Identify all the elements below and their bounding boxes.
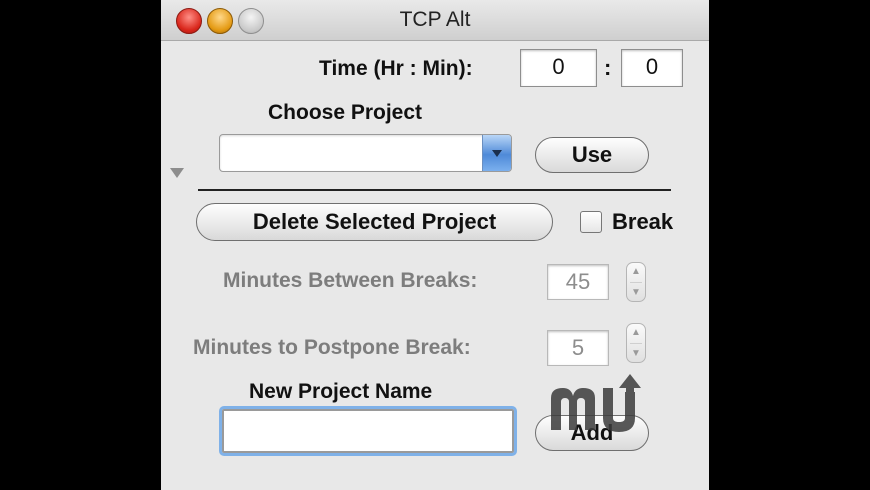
title-bar[interactable]: TCP Alt [161,0,709,41]
minutes-to-postpone-label: Minutes to Postpone Break: [193,336,471,359]
hours-field[interactable]: 0 [520,49,597,87]
app-window: TCP Alt Time (Hr : Min): 0 : 0 Choose Pr… [161,0,709,490]
disclosure-triangle-icon[interactable] [168,166,186,180]
stepper-up-icon[interactable]: ▲ [627,327,645,338]
window-title: TCP Alt [399,8,471,31]
project-popup[interactable] [219,134,512,172]
chevron-down-icon [492,150,502,157]
new-project-name-input[interactable] [219,406,517,456]
minutes-between-breaks-stepper[interactable]: ▲ ▼ [626,262,646,302]
macupdate-watermark [551,374,641,432]
minutes-to-postpone-stepper[interactable]: ▲ ▼ [626,323,646,363]
choose-project-label: Choose Project [268,101,423,124]
minutes-field[interactable]: 0 [621,49,683,87]
stepper-down-icon[interactable]: ▼ [627,287,645,298]
section-divider [198,189,671,191]
break-label: Break [612,209,674,234]
time-label: Time (Hr : Min): [319,57,473,80]
new-project-name-label: New Project Name [249,380,433,403]
time-separator: : [604,55,612,80]
popup-arrow-button[interactable] [482,135,511,171]
stepper-up-icon[interactable]: ▲ [627,266,645,277]
minutes-to-postpone-field[interactable]: 5 [547,330,609,366]
break-checkbox[interactable] [580,211,602,233]
minutes-between-breaks-field[interactable]: 45 [547,264,609,300]
minutes-between-breaks-label: Minutes Between Breaks: [223,269,478,292]
use-button[interactable]: Use [535,137,649,173]
delete-project-button[interactable]: Delete Selected Project [196,203,553,241]
stepper-down-icon[interactable]: ▼ [627,348,645,359]
